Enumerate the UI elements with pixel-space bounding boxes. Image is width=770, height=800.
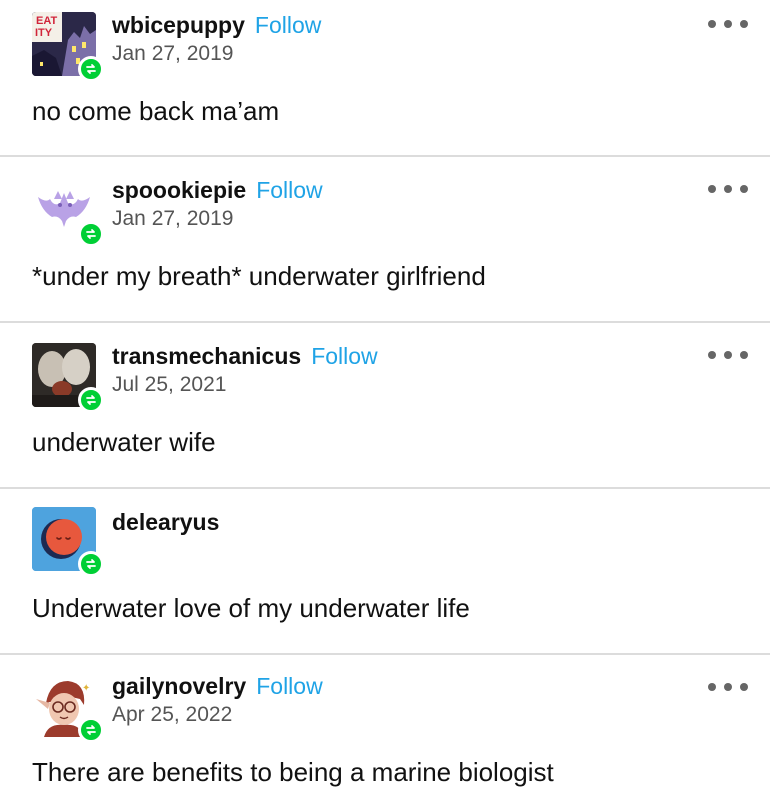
username[interactable]: wbicepuppy (112, 12, 245, 39)
more-options-icon[interactable] (708, 349, 748, 361)
avatar[interactable] (32, 507, 104, 577)
reblog-icon (78, 221, 104, 247)
post-header: spoookiepie Follow Jan 27, 2019 (112, 177, 323, 231)
reblog-thread: EAT ITY wbicepuppy Follow Jan 27, 2019 n… (0, 0, 770, 800)
svg-text:ITY: ITY (35, 27, 53, 39)
reblog-icon (78, 387, 104, 413)
post-text: Underwater love of my underwater life (32, 593, 470, 623)
post-header: gailynovelry Follow Apr 25, 2022 (112, 673, 323, 727)
post-transmechanicus: transmechanicus Follow Jul 25, 2021 under… (0, 323, 770, 488)
follow-button[interactable]: Follow (256, 673, 322, 700)
username[interactable]: spoookiepie (112, 177, 246, 204)
follow-button[interactable]: Follow (256, 177, 322, 204)
post-text: underwater wife (32, 427, 216, 457)
follow-button[interactable]: Follow (255, 12, 321, 39)
post-header: delearyus (112, 509, 219, 536)
reblog-icon (78, 56, 104, 82)
more-options-icon[interactable] (708, 681, 748, 693)
avatar[interactable] (32, 177, 104, 247)
username[interactable]: delearyus (112, 509, 219, 536)
post-delearyus: delearyus Underwater love of my underwat… (0, 489, 770, 654)
post-date: Jan 27, 2019 (112, 207, 234, 230)
post-gailynovelry: ✦ gailynovelry Follow Apr 25, 2022 There … (0, 655, 770, 800)
reblog-icon (78, 551, 104, 577)
post-spoookiepie: spoookiepie Follow Jan 27, 2019 *under my… (0, 157, 770, 322)
post-text: *under my breath* underwater girlfriend (32, 261, 486, 291)
post-date: Jan 27, 2019 (112, 42, 234, 65)
post-text: no come back ma’am (32, 96, 280, 126)
follow-button[interactable]: Follow (311, 343, 377, 370)
username[interactable]: transmechanicus (112, 343, 301, 370)
avatar[interactable]: ✦ (32, 673, 104, 743)
post-header: transmechanicus Follow Jul 25, 2021 (112, 343, 378, 397)
svg-text:✦: ✦ (82, 683, 90, 694)
avatar[interactable]: EAT ITY (32, 12, 104, 82)
svg-text:EAT: EAT (36, 15, 57, 27)
avatar[interactable] (32, 343, 104, 413)
post-date: Jul 25, 2021 (112, 373, 227, 396)
post-text: There are benefits to being a marine bio… (32, 757, 554, 787)
more-options-icon[interactable] (708, 183, 748, 195)
post-header: wbicepuppy Follow Jan 27, 2019 (112, 12, 321, 66)
more-options-icon[interactable] (708, 18, 748, 30)
reblog-icon (78, 717, 104, 743)
username[interactable]: gailynovelry (112, 673, 246, 700)
post-date: Apr 25, 2022 (112, 703, 233, 726)
post-wbicepuppy: EAT ITY wbicepuppy Follow Jan 27, 2019 n… (0, 0, 770, 156)
